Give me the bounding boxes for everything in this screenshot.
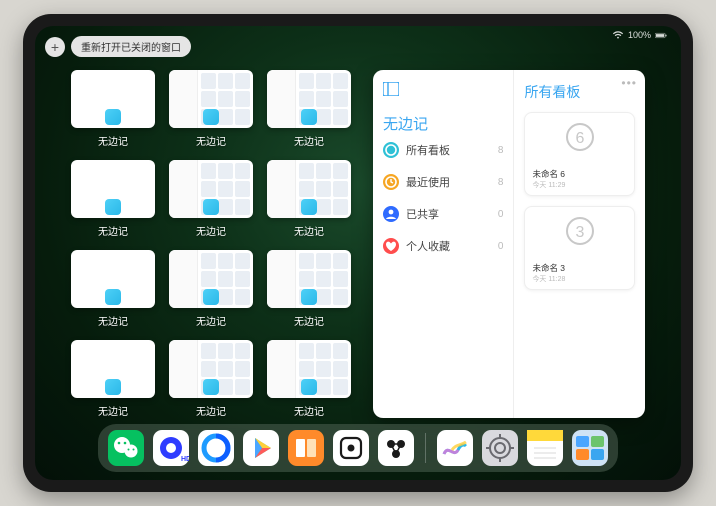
window-thumb[interactable]: 无边记 <box>71 70 155 148</box>
sidebar-toggle-icon[interactable] <box>383 82 399 101</box>
sidebar-item[interactable]: 最近使用 8 <box>383 174 503 190</box>
thumb-label: 无边记 <box>196 223 226 238</box>
window-thumb[interactable]: 无边记 <box>71 160 155 238</box>
dock: HD <box>98 424 618 472</box>
thumb-preview <box>169 70 253 128</box>
dice-icon[interactable] <box>333 430 369 466</box>
board-date: 今天 11:28 <box>532 274 627 284</box>
sidebar-item-count: 8 <box>498 177 504 188</box>
battery-text: 100% <box>628 30 651 40</box>
panel-sidebar: 无边记 所有看板 8 最近使用 8 已共享 0 个人收藏 0 <box>373 70 514 418</box>
circle-icon <box>383 142 399 158</box>
sidebar-item-count: 0 <box>498 209 504 220</box>
books-icon[interactable] <box>288 430 324 466</box>
reopen-closed-button[interactable]: 重新打开已关闭的窗口 <box>71 36 191 57</box>
top-toolbar: + 重新打开已关闭的窗口 <box>45 36 191 57</box>
freeform-panel[interactable]: ••• 无边记 所有看板8最近使用8已共享0个人收藏0 所有看板 6未命名 6今… <box>373 70 645 418</box>
board-date: 今天 11:29 <box>532 180 627 190</box>
thumb-preview <box>267 70 351 128</box>
battery-icon <box>655 31 667 40</box>
window-thumb[interactable]: 无边记 <box>169 340 253 418</box>
window-thumb[interactable]: 无边记 <box>169 250 253 328</box>
window-thumb[interactable]: 无边记 <box>267 250 351 328</box>
window-thumb[interactable]: 无边记 <box>169 70 253 148</box>
thumb-label: 无边记 <box>98 223 128 238</box>
thumb-label: 无边记 <box>294 223 324 238</box>
panel-content: 所有看板 6 未命名 6今天 11:29 3 未命名 3今天 11:28 <box>514 70 645 418</box>
sidebar-item-label: 所有看板 <box>406 142 491 158</box>
thumb-label: 无边记 <box>294 133 324 148</box>
sidebar-item[interactable]: 已共享 0 <box>383 206 503 222</box>
window-thumb[interactable]: 无边记 <box>71 340 155 418</box>
thumb-preview <box>267 160 351 218</box>
clock-icon <box>383 174 399 190</box>
thumb-preview <box>267 250 351 308</box>
window-thumb[interactable]: 无边记 <box>267 340 351 418</box>
window-thumb[interactable]: 无边记 <box>71 250 155 328</box>
thumb-preview <box>169 160 253 218</box>
thumb-label: 无边记 <box>196 133 226 148</box>
new-window-button[interactable]: + <box>45 37 65 57</box>
thumb-preview <box>267 340 351 398</box>
board-name: 未命名 3 <box>532 262 627 274</box>
sidebar-item-count: 8 <box>498 145 504 156</box>
board-card[interactable]: 6 未命名 6今天 11:29 <box>524 112 635 196</box>
thumb-preview <box>169 250 253 308</box>
sidebar-item[interactable]: 所有看板 8 <box>383 142 503 158</box>
thumb-label: 无边记 <box>294 313 324 328</box>
dock-separator <box>425 433 426 463</box>
sidebar-item-label: 已共享 <box>406 206 491 222</box>
notes-icon[interactable] <box>527 430 563 466</box>
svg-text:3: 3 <box>575 224 584 241</box>
thumb-label: 无边记 <box>196 403 226 418</box>
thumb-label: 无边记 <box>294 403 324 418</box>
panel-more-icon[interactable]: ••• <box>621 76 637 90</box>
window-grid: 无边记无边记无边记无边记无边记无边记无边记无边记无边记无边记无边记无边记 <box>71 70 351 418</box>
qqbrowser-icon[interactable] <box>198 430 234 466</box>
folder-icon[interactable] <box>572 430 608 466</box>
thumb-preview <box>71 70 155 128</box>
play-icon[interactable] <box>243 430 279 466</box>
screen: 100% + 重新打开已关闭的窗口 无边记无边记无边记无边记无边记无边记无边记无… <box>35 26 681 480</box>
freeform-icon[interactable] <box>437 430 473 466</box>
sidebar-item[interactable]: 个人收藏 0 <box>383 238 503 254</box>
sidebar-item-label: 最近使用 <box>406 174 491 190</box>
status-bar: 100% <box>612 30 667 40</box>
board-sketch-icon: 6 <box>550 117 610 161</box>
thumb-preview <box>71 340 155 398</box>
heart-icon <box>383 238 399 254</box>
thumb-label: 无边记 <box>196 313 226 328</box>
ipad-frame: 100% + 重新打开已关闭的窗口 无边记无边记无边记无边记无边记无边记无边记无… <box>23 14 693 492</box>
thumb-preview <box>169 340 253 398</box>
thumb-label: 无边记 <box>98 313 128 328</box>
panel-title: 无边记 <box>383 113 503 134</box>
thumb-preview <box>71 160 155 218</box>
wifi-icon <box>612 31 624 40</box>
svg-text:6: 6 <box>575 130 584 147</box>
svg-text:HD: HD <box>181 456 189 463</box>
quark-icon[interactable]: HD <box>153 430 189 466</box>
person-icon <box>383 206 399 222</box>
panel-right-title: 所有看板 <box>524 82 635 102</box>
thumb-label: 无边记 <box>98 133 128 148</box>
atoms-icon[interactable] <box>378 430 414 466</box>
window-thumb[interactable]: 无边记 <box>267 70 351 148</box>
board-card[interactable]: 3 未命名 3今天 11:28 <box>524 206 635 290</box>
thumb-preview <box>71 250 155 308</box>
settings-icon[interactable] <box>482 430 518 466</box>
thumb-label: 无边记 <box>98 403 128 418</box>
window-thumb[interactable]: 无边记 <box>169 160 253 238</box>
sidebar-item-count: 0 <box>498 241 504 252</box>
board-name: 未命名 6 <box>532 168 627 180</box>
wechat-icon[interactable] <box>108 430 144 466</box>
window-thumb[interactable]: 无边记 <box>267 160 351 238</box>
sidebar-item-label: 个人收藏 <box>406 238 491 254</box>
board-sketch-icon: 3 <box>550 211 610 255</box>
stage-manager: 无边记无边记无边记无边记无边记无边记无边记无边记无边记无边记无边记无边记 •••… <box>71 70 645 418</box>
